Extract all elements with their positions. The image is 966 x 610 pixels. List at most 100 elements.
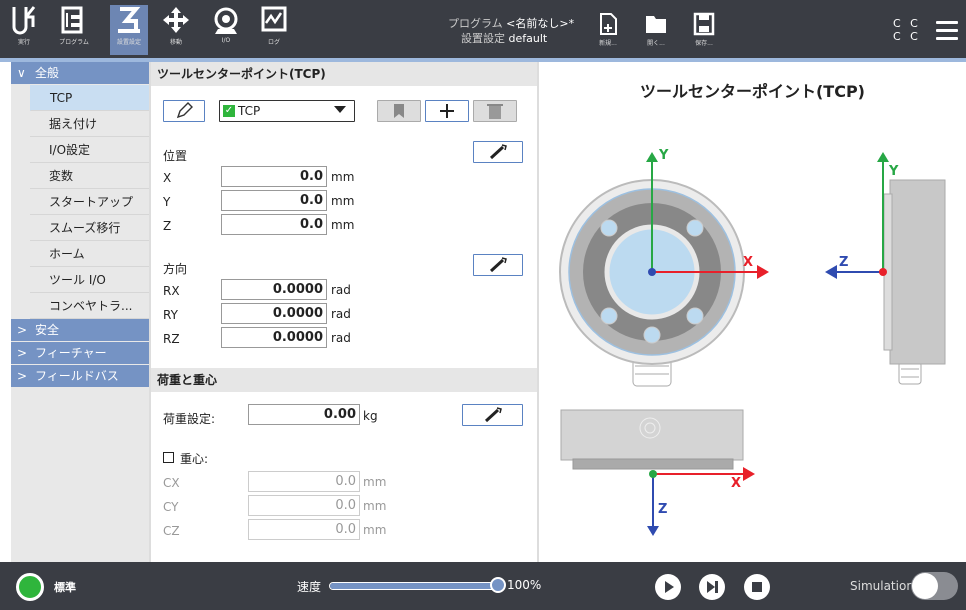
cx-field[interactable]: 0.0 — [248, 471, 360, 492]
tab-label: 設置設定 — [116, 39, 141, 46]
add-tcp-button[interactable] — [425, 100, 469, 122]
folder-icon — [646, 16, 666, 33]
sidebar-section-safety[interactable]: > 安全 — [11, 319, 149, 341]
simulation-toggle[interactable] — [911, 572, 958, 600]
new-label: 新規... — [599, 40, 617, 47]
cy-field[interactable]: 0.0 — [248, 495, 360, 516]
payload-label: 荷重設定: — [163, 412, 216, 426]
rz-field[interactable]: 0.0000 — [221, 327, 327, 348]
tab-program[interactable]: プログラム — [51, 5, 97, 55]
tcp-visualization: ツールセンターポイント(TCP) Y X Y Z X Z — [539, 62, 966, 562]
tab-label: 実行 — [17, 39, 30, 46]
open-label: 開く... — [647, 40, 665, 47]
new-button[interactable]: 新規... — [590, 12, 626, 62]
sidebar-item-mounting[interactable]: 据え付け — [30, 111, 149, 137]
sidebar-section-features[interactable]: > フィーチャー — [11, 342, 149, 364]
rename-button[interactable] — [163, 100, 205, 122]
magic-wand-icon — [484, 407, 502, 423]
ry-field[interactable]: 0.0000 — [221, 303, 327, 324]
payload-wizard-button[interactable] — [462, 404, 523, 426]
stop-button[interactable] — [744, 574, 770, 600]
sidebar: ∨ 全般 TCP 据え付け I/O設定 変数 スタートアップ スムーズ移行 ホーム… — [11, 62, 149, 562]
z-field[interactable]: 0.0 — [221, 214, 327, 235]
open-button[interactable]: 開く... — [638, 12, 674, 62]
robot-status-indicator[interactable]: C C C C — [893, 17, 921, 43]
rz-label: RZ — [163, 332, 180, 346]
section-label: 全般 — [35, 66, 60, 80]
y-field[interactable]: 0.0 — [221, 190, 327, 211]
ur-logo-icon — [12, 6, 36, 35]
play-button[interactable] — [655, 574, 681, 600]
sidebar-item-tool-io[interactable]: ツール I/O — [30, 267, 149, 293]
sidebar-item-home[interactable]: ホーム — [30, 241, 149, 267]
speed-slider-thumb[interactable] — [490, 577, 506, 593]
tab-move[interactable]: 移動 — [158, 5, 194, 55]
rx-label: RX — [163, 284, 180, 298]
cog-checkbox[interactable] — [163, 452, 174, 463]
cz-label: CZ — [163, 524, 180, 538]
side-z-axis-label: Z — [839, 255, 849, 270]
speed-slider-track[interactable] — [329, 582, 499, 590]
bookmark-icon — [394, 104, 404, 118]
tcp-panel: ツールセンターポイント(TCP) ✓ TCP 位置 X 0.0 mm Y 0.0… — [151, 62, 537, 562]
position-wizard-button[interactable] — [473, 141, 523, 163]
top-bar: 実行 プログラム 設置設定 移動 I/O ログ プログラム <名前なし>* 設置… — [0, 0, 966, 58]
status-top: C C — [893, 17, 921, 30]
speed-slider-fill — [330, 583, 498, 589]
power-status-button[interactable] — [16, 573, 44, 601]
tab-run[interactable]: 実行 — [6, 5, 42, 55]
footer-bar: 標準 速度 100% Simulation — [0, 562, 966, 610]
play-icon — [665, 581, 674, 593]
tcp-dropdown[interactable]: ✓ TCP — [219, 100, 355, 122]
side-y-axis-label: Y — [889, 164, 899, 179]
robot-arm-icon — [118, 7, 141, 33]
status-bottom: C C — [893, 30, 921, 43]
sidebar-item-tcp[interactable]: TCP — [30, 85, 149, 111]
save-icon — [693, 12, 715, 36]
front-x-axis-label: X — [743, 255, 754, 270]
sidebar-item-io-setup[interactable]: I/O設定 — [30, 137, 149, 163]
sidebar-item-startup[interactable]: スタートアップ — [30, 189, 149, 215]
rx-field[interactable]: 0.0000 — [221, 279, 327, 300]
dropdown-arrow-icon — [334, 106, 346, 113]
tcp-selected-value: TCP — [238, 104, 261, 118]
tab-log[interactable]: ログ — [256, 5, 292, 55]
y-unit: mm — [331, 194, 355, 208]
x-unit: mm — [331, 170, 355, 184]
chevron-right-icon: > — [17, 346, 28, 360]
payload-field[interactable]: 0.00 — [248, 404, 360, 425]
save-button[interactable]: 保存... — [686, 12, 722, 62]
program-name: <名前なし>* — [506, 17, 575, 30]
step-button[interactable] — [699, 574, 725, 600]
bottom-view-flange — [560, 409, 755, 536]
cz-field[interactable]: 0.0 — [248, 519, 360, 540]
installation-label: 設置設定 — [461, 32, 505, 45]
bottom-x-axis-label: X — [731, 476, 742, 491]
program-icon — [61, 6, 83, 34]
set-default-button[interactable] — [377, 100, 421, 122]
log-chart-icon — [261, 6, 287, 32]
sidebar-item-variables[interactable]: 変数 — [30, 163, 149, 189]
sidebar-section-general[interactable]: ∨ 全般 — [11, 62, 149, 84]
new-file-icon — [600, 13, 617, 35]
orientation-wizard-button[interactable] — [473, 254, 523, 276]
delete-tcp-button[interactable] — [473, 100, 517, 122]
hamburger-menu-icon[interactable] — [936, 21, 958, 45]
tab-label: プログラム — [59, 39, 89, 46]
move-arrows-icon — [163, 7, 189, 33]
tab-installation[interactable]: 設置設定 — [110, 5, 148, 55]
x-field[interactable]: 0.0 — [221, 166, 327, 187]
mode-label: 標準 — [54, 581, 76, 594]
sidebar-section-fieldbus[interactable]: > フィールドバス — [11, 365, 149, 387]
sidebar-item-conveyor-tracking[interactable]: コンベヤトラ... — [30, 293, 149, 319]
ry-label: RY — [163, 308, 178, 322]
tab-io[interactable]: I/O — [208, 5, 244, 55]
stop-icon — [752, 582, 762, 592]
sidebar-item-smooth-transition[interactable]: スムーズ移行 — [30, 215, 149, 241]
save-label: 保存... — [695, 40, 713, 47]
front-view-flange — [559, 152, 769, 387]
chevron-down-icon: ∨ — [17, 66, 26, 80]
tab-label: I/O — [221, 37, 231, 44]
front-y-axis-label: Y — [659, 148, 669, 163]
cx-unit: mm — [363, 475, 387, 489]
